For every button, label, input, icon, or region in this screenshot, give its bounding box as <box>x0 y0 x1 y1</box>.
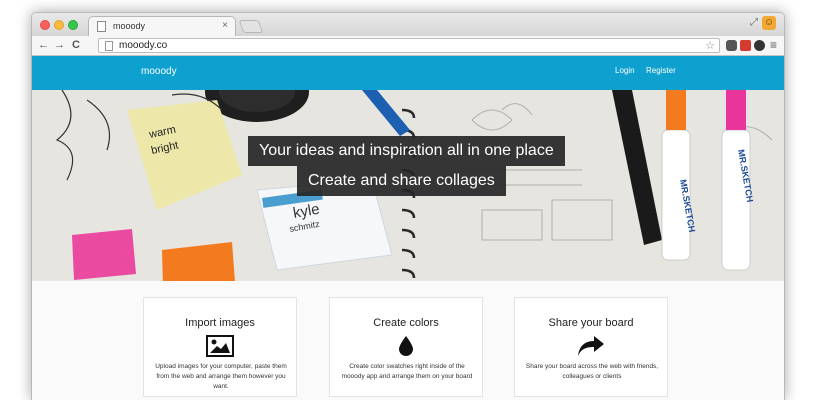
fullscreen-icon[interactable]: ⤢ <box>750 17 758 28</box>
page-icon <box>97 21 106 32</box>
hero-headline: Your ideas and inspiration all in one pl… <box>248 136 565 166</box>
register-link[interactable]: Register <box>646 66 676 75</box>
login-link[interactable]: Login <box>615 66 635 75</box>
lastpass-extension-icon[interactable] <box>740 40 751 51</box>
features-section: Import images Upload images for your com… <box>32 281 784 400</box>
address-bar[interactable]: mooody.co ☆ <box>98 38 720 53</box>
feature-card-share: Share your board Share your board across… <box>514 297 668 397</box>
new-tab-button[interactable] <box>238 20 264 33</box>
site-navbar: mooody Login Register <box>32 56 784 90</box>
feature-card-import: Import images Upload images for your com… <box>143 297 297 397</box>
feature-description: Create color swatches right inside of th… <box>341 363 473 380</box>
minimize-window-button[interactable] <box>54 20 64 30</box>
feature-description: Upload images for your computer, paste t… <box>155 363 287 390</box>
browser-tab[interactable]: mooody × <box>88 16 236 36</box>
page-icon <box>105 41 113 51</box>
tab-title: mooody <box>113 21 146 31</box>
back-button[interactable]: ← <box>38 39 49 52</box>
menu-icon[interactable]: ≡ <box>770 39 777 52</box>
image-icon <box>206 335 234 362</box>
feature-title: Create colors <box>373 317 439 329</box>
drop-icon <box>398 335 414 362</box>
hero-subheadline: Create and share collages <box>297 166 506 196</box>
browser-toolbar: ← → C mooody.co ☆ ≡ <box>32 36 784 56</box>
bookmark-star-icon[interactable]: ☆ <box>705 39 715 52</box>
share-icon <box>577 335 605 362</box>
tab-close-icon[interactable]: × <box>222 20 228 31</box>
forward-button[interactable]: → <box>54 39 65 52</box>
feature-card-colors: Create colors Create color swatches righ… <box>329 297 483 397</box>
extension-icon[interactable] <box>754 40 765 51</box>
reload-button[interactable]: C <box>72 39 80 52</box>
close-window-button[interactable] <box>40 20 50 30</box>
brand-logo[interactable]: mooody <box>141 66 177 77</box>
feature-title: Share your board <box>548 317 634 329</box>
feature-description: Share your board across the web with fri… <box>525 363 659 380</box>
pocket-extension-icon[interactable] <box>726 40 737 51</box>
url-text[interactable]: mooody.co <box>119 40 167 51</box>
profile-icon[interactable]: ☺ <box>762 16 776 30</box>
feature-title: Import images <box>185 317 255 329</box>
zoom-window-button[interactable] <box>68 20 78 30</box>
hero-banner: warm bright kyle schmitz MR.SKETCH MR.SK… <box>32 90 784 281</box>
tab-strip: mooody × ⤢ ☺ <box>32 13 784 36</box>
browser-window: mooody × ⤢ ☺ ← → C mooody.co ☆ ≡ mooody … <box>31 12 785 400</box>
